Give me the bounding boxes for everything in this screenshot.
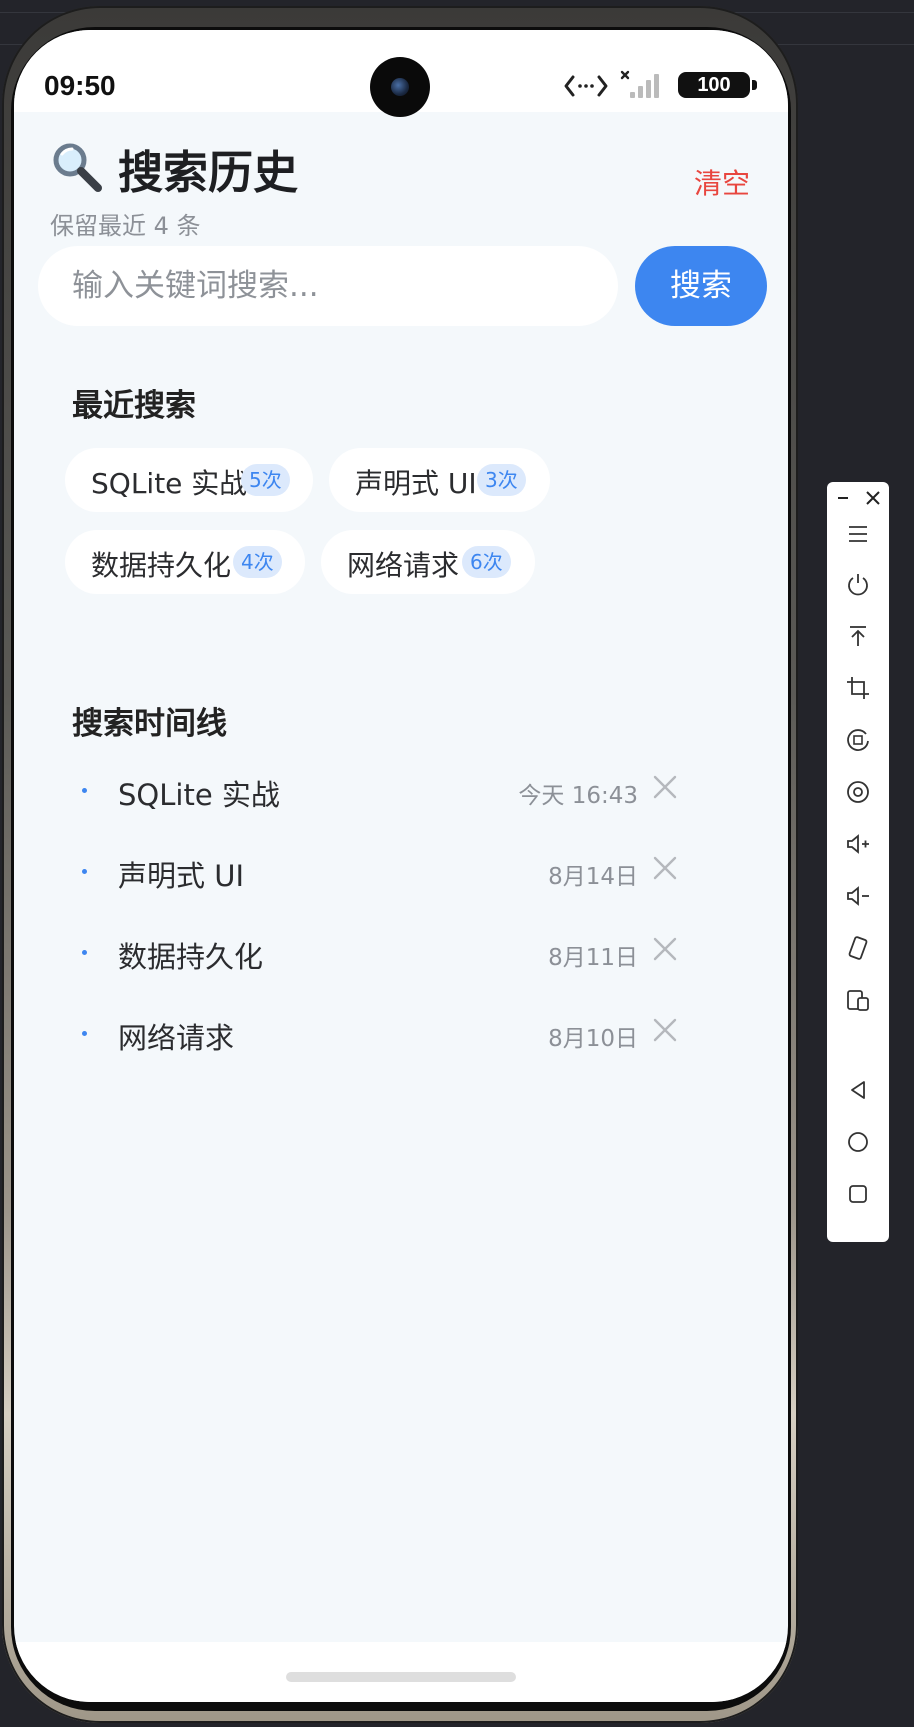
data-transfer-icon bbox=[564, 75, 608, 97]
timeline-item-time: 今天 16:43 bbox=[518, 783, 638, 809]
delete-icon[interactable] bbox=[648, 770, 682, 804]
chip-label: 声明式 UI bbox=[355, 467, 477, 500]
desktop-background: 09:50 100 搜索历史 保留最近 4 条 清空 输入关键词搜索... 搜索… bbox=[0, 0, 914, 1727]
volume-up-icon[interactable] bbox=[842, 828, 874, 860]
pin-top-icon[interactable] bbox=[842, 620, 874, 652]
search-input[interactable] bbox=[38, 246, 618, 326]
clear-button[interactable]: 清空 bbox=[694, 162, 750, 202]
battery-tip bbox=[752, 80, 757, 90]
shake-icon[interactable] bbox=[842, 932, 874, 964]
status-bar: 09:50 100 bbox=[14, 30, 788, 117]
timeline-item[interactable]: 声明式 UI 8月14日 bbox=[72, 843, 752, 903]
page-subtitle: 保留最近 4 条 bbox=[50, 212, 201, 240]
timeline-dot bbox=[82, 869, 87, 874]
timeline-dot bbox=[82, 950, 87, 955]
recent-chip[interactable]: 数据持久化 4次 bbox=[65, 530, 305, 594]
crop-icon[interactable] bbox=[842, 672, 874, 704]
timeline-item-time: 8月11日 bbox=[548, 945, 638, 971]
chip-label: SQLite 实战 bbox=[91, 467, 248, 500]
rotate-icon[interactable] bbox=[842, 724, 874, 756]
power-icon[interactable] bbox=[842, 568, 874, 600]
recents-icon[interactable] bbox=[842, 1178, 874, 1210]
chip-count-badge: 6次 bbox=[462, 546, 511, 578]
timeline-dot bbox=[82, 788, 87, 793]
chip-count-badge: 4次 bbox=[233, 546, 282, 578]
magnifier-icon bbox=[53, 143, 102, 192]
recent-chip[interactable]: SQLite 实战 5次 bbox=[65, 448, 313, 512]
chip-count-badge: 5次 bbox=[241, 464, 290, 496]
delete-icon[interactable] bbox=[648, 851, 682, 885]
timeline-dot bbox=[82, 1031, 87, 1036]
timeline-item-label: 声明式 UI bbox=[118, 859, 244, 893]
minimize-icon[interactable] bbox=[833, 488, 853, 508]
timeline-section-title: 搜索时间线 bbox=[72, 706, 227, 742]
status-time: 09:50 bbox=[44, 70, 116, 101]
recent-chip[interactable]: 网络请求 6次 bbox=[321, 530, 535, 594]
timeline-item[interactable]: SQLite 实战 今天 16:43 bbox=[72, 762, 752, 822]
battery-icon: 100 bbox=[678, 72, 758, 100]
battery-level: 100 bbox=[678, 72, 750, 98]
timeline-item-time: 8月14日 bbox=[548, 864, 638, 890]
menu-icon[interactable] bbox=[842, 518, 874, 550]
delete-icon[interactable] bbox=[648, 1013, 682, 1047]
page-title: 搜索历史 bbox=[118, 146, 299, 199]
search-button[interactable]: 搜索 bbox=[635, 246, 767, 326]
timeline-item[interactable]: 数据持久化 8月11日 bbox=[72, 924, 752, 984]
navigation-area bbox=[14, 1642, 788, 1702]
front-camera bbox=[370, 57, 430, 117]
timeline-item-time: 8月10日 bbox=[548, 1026, 638, 1052]
timeline-item-label: 数据持久化 bbox=[118, 940, 264, 974]
close-icon[interactable] bbox=[863, 488, 883, 508]
emulator-toolbar bbox=[827, 482, 889, 1242]
back-icon[interactable] bbox=[842, 1074, 874, 1106]
phone-screen: 09:50 100 搜索历史 保留最近 4 条 清空 输入关键词搜索... 搜索… bbox=[14, 30, 788, 1702]
chip-count-badge: 3次 bbox=[477, 464, 526, 496]
recent-chip[interactable]: 声明式 UI 3次 bbox=[329, 448, 550, 512]
timeline-item-label: 网络请求 bbox=[118, 1021, 235, 1055]
volume-down-icon[interactable] bbox=[842, 880, 874, 912]
timeline-item[interactable]: 网络请求 8月10日 bbox=[72, 1005, 752, 1065]
signal-icon bbox=[620, 70, 659, 98]
screenshot-icon[interactable] bbox=[842, 776, 874, 808]
delete-icon[interactable] bbox=[648, 932, 682, 966]
home-icon[interactable] bbox=[842, 1126, 874, 1158]
recent-section-title: 最近搜索 bbox=[72, 388, 196, 424]
chip-label: 数据持久化 bbox=[91, 549, 232, 582]
home-indicator[interactable] bbox=[286, 1672, 516, 1682]
timeline-item-label: SQLite 实战 bbox=[118, 778, 280, 812]
multi-device-icon[interactable] bbox=[842, 984, 874, 1016]
chip-label: 网络请求 bbox=[347, 549, 460, 582]
